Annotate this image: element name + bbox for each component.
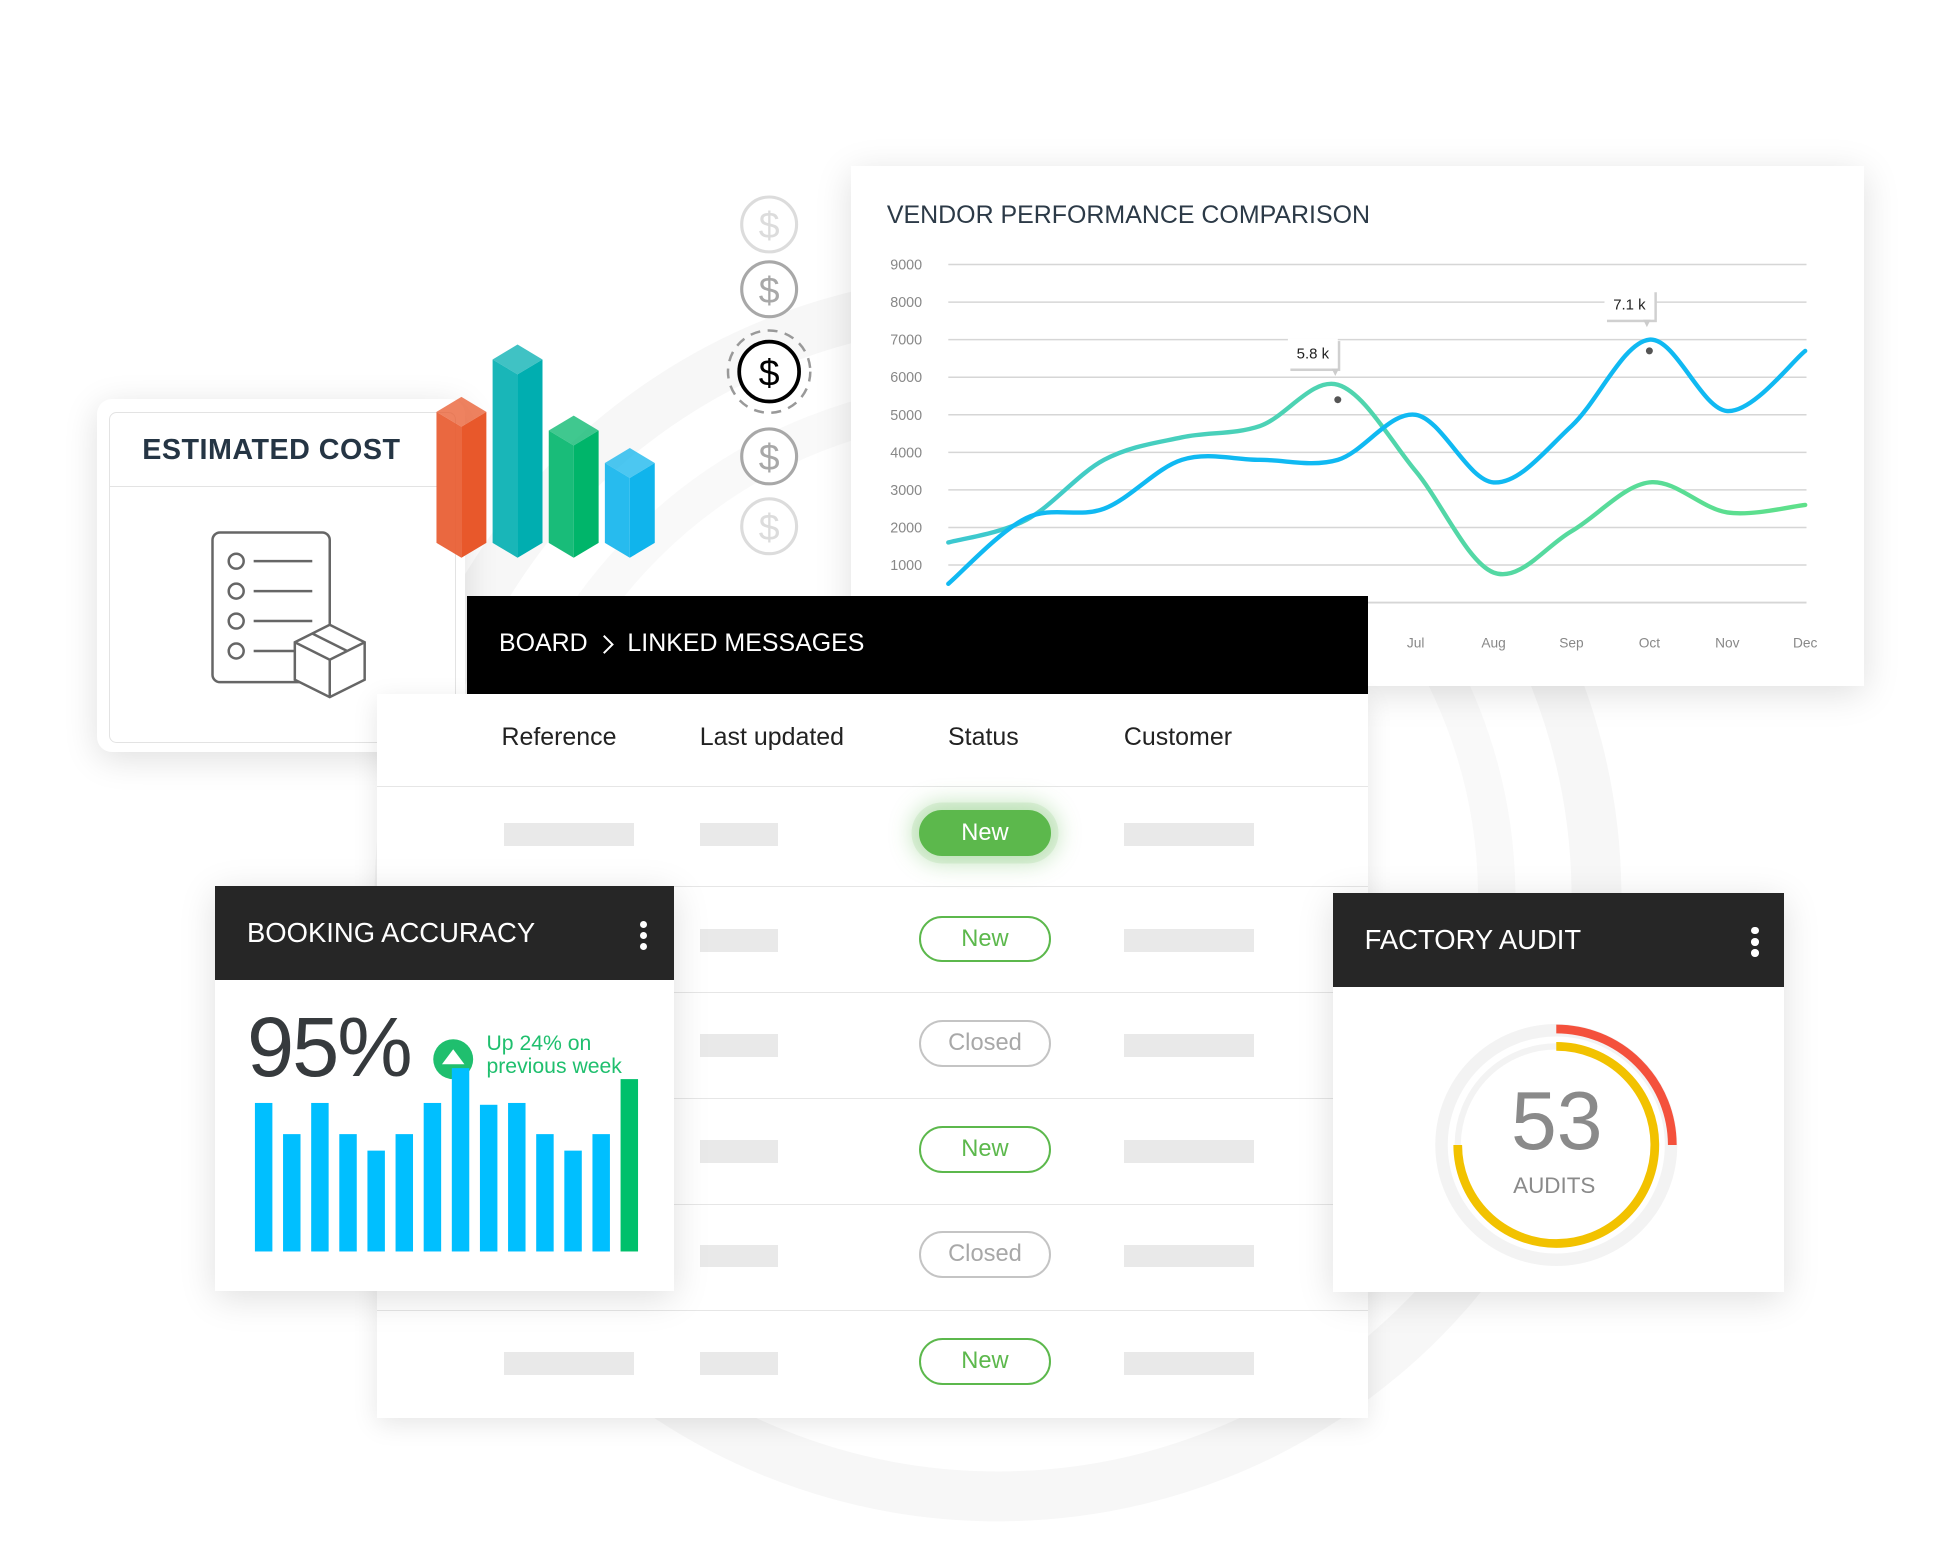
booking-accuracy-card: BOOKING ACCURACY 95% Up 24% on previous … [214,885,674,1292]
bar [254,1102,272,1252]
x-tick-label: Dec [1793,635,1818,650]
last-updated-placeholder [699,1244,779,1268]
status-badge[interactable]: New [919,1338,1051,1385]
y-tick-label: 7000 [890,333,922,349]
customer-placeholder [1123,1244,1254,1268]
x-tick-label: Oct [1638,635,1660,650]
customer-placeholder [1123,1140,1254,1163]
series-line-green [945,381,1808,577]
svg-text:$: $ [759,436,780,478]
x-tick-label: Jul [1407,635,1425,650]
y-tick-label: 4000 [890,445,922,461]
y-tick-label: 3000 [890,483,922,499]
isometric-bar [436,396,487,558]
breadcrumb-board[interactable]: BOARD [499,629,588,658]
factory-audit-card: FACTORY AUDIT 53 AUDITS [1333,893,1784,1293]
y-tick-label: 1000 [890,558,922,574]
svg-text:$: $ [759,269,780,311]
estimated-cost-title: ESTIMATED COST [142,434,401,467]
isometric-bar [604,447,655,558]
bar [366,1150,385,1252]
y-tick-label: 9000 [890,257,922,273]
status-badge[interactable]: New [919,915,1051,962]
svg-text:$: $ [759,351,780,393]
x-tick-label: Aug [1481,635,1505,650]
customer-placeholder [1123,1352,1254,1375]
coin-stack: $ $ $ $ $ [727,195,813,556]
column-header-last-updated[interactable]: Last updated [700,723,844,752]
bar [423,1102,441,1252]
dollar-coin-icon: $ [740,427,799,486]
svg-text:$: $ [759,506,780,548]
bar [591,1133,610,1252]
series-line-blue [945,337,1808,586]
y-tick-label: 2000 [890,520,922,536]
column-header-customer[interactable]: Customer [1124,723,1232,752]
status-badge[interactable]: New [919,809,1051,856]
value-tooltip: 7.1 k [1604,289,1657,355]
bar [338,1133,357,1252]
audit-unit: AUDITS [1513,1172,1596,1198]
customer-placeholder [1123,1034,1254,1057]
dollar-coin-icon: $ [727,329,813,415]
customer-placeholder [1123,929,1254,952]
booking-bar-chart [254,1067,638,1252]
bar [310,1102,329,1252]
bar [479,1104,497,1252]
breadcrumb-linked-messages: LINKED MESSAGES [627,628,865,657]
isometric-bar [492,344,543,558]
customer-placeholder [1123,823,1254,846]
bar [620,1078,638,1252]
divider [109,486,437,488]
svg-text:7.1 k: 7.1 k [1613,297,1646,314]
row-divider [376,785,1369,787]
status-badge[interactable]: New [919,1126,1051,1173]
svg-text:$: $ [759,204,780,246]
reference-placeholder [503,1352,634,1375]
last-updated-placeholder [699,1352,779,1375]
dashboard-collage: $ $ $ $ $ VENDOR PERFORMANCE COMPARISON 1000… [0,0,1946,1550]
bar [451,1067,469,1252]
status-badge[interactable]: Closed [919,1020,1051,1067]
y-tick-label: 6000 [890,370,922,386]
column-header-status[interactable]: Status [948,723,1019,752]
audit-count: 53 [1510,1075,1603,1168]
row-divider [376,1309,1369,1311]
dollar-coin-icon: $ [740,497,799,556]
y-tick-label: 5000 [890,408,922,424]
bar [395,1133,413,1252]
value-tooltip: 5.8 k [1287,338,1342,404]
isometric-bar [548,415,599,558]
bar [563,1150,582,1252]
dollar-coin-icon: $ [740,260,799,319]
bar [535,1133,554,1252]
last-updated-placeholder [699,823,779,846]
x-tick-label: Sep [1559,635,1584,650]
checklist-box-icon [210,531,366,699]
status-badge[interactable]: Closed [919,1231,1051,1278]
reference-placeholder [503,823,634,846]
svg-text:5.8 k: 5.8 k [1296,345,1329,362]
dollar-coin-icon: $ [740,195,799,254]
last-updated-placeholder [699,1034,779,1057]
board-header: BOARD LINKED MESSAGES [466,596,1369,694]
column-header-reference[interactable]: Reference [501,723,616,752]
chevron-right-icon [603,635,614,655]
y-tick-label: 8000 [890,295,922,311]
isometric-bars-icon [436,344,655,558]
bar [282,1133,301,1252]
last-updated-placeholder [699,1140,779,1163]
x-tick-label: Nov [1715,635,1740,650]
last-updated-placeholder [699,929,779,952]
bar [507,1102,526,1252]
